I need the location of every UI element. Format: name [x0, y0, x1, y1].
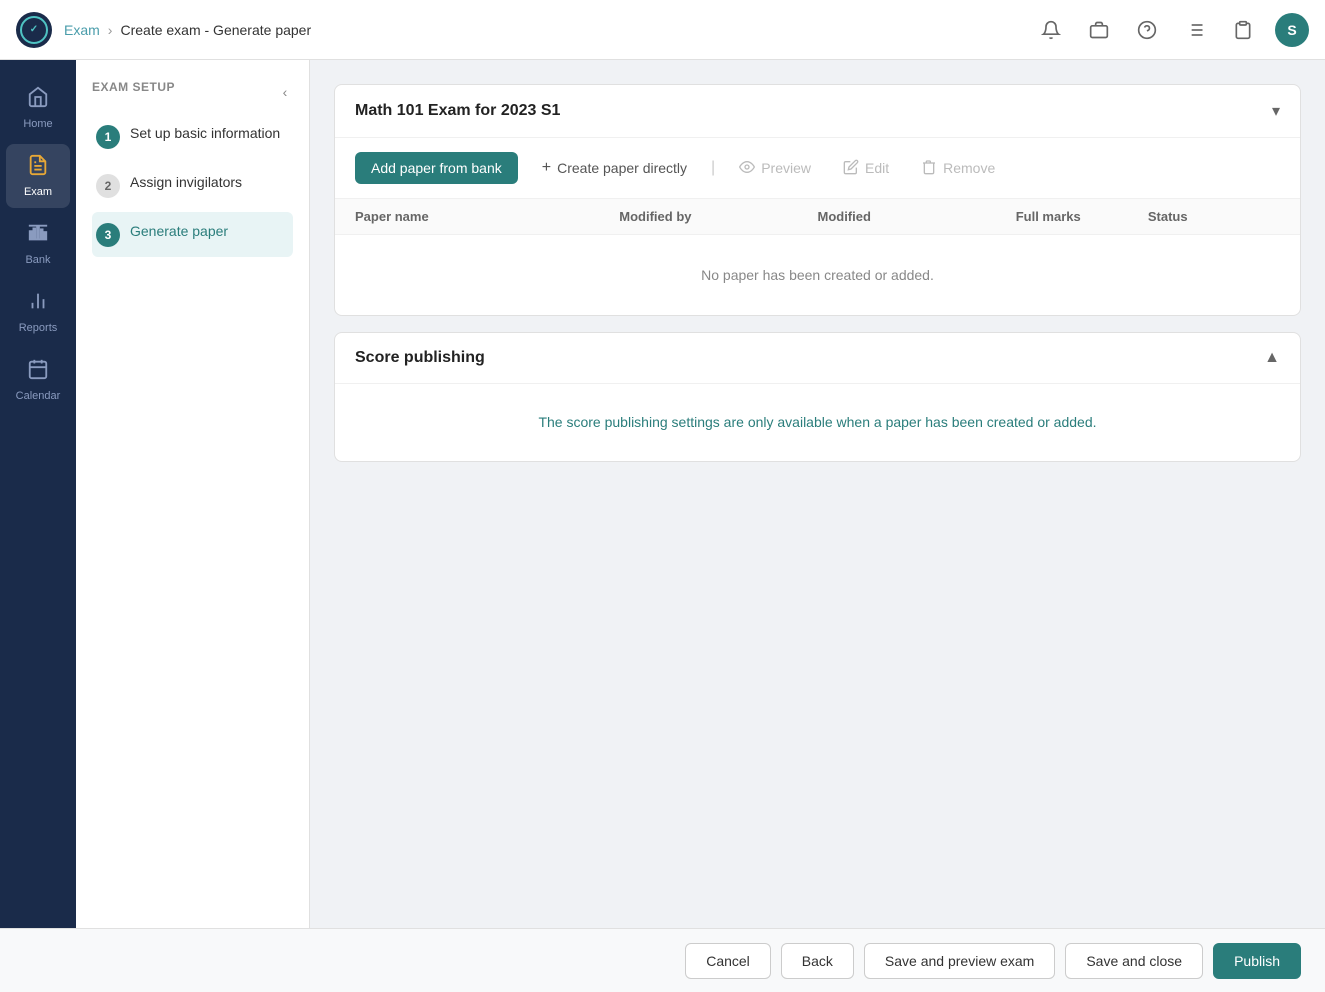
logo-inner: ✓ — [20, 16, 48, 44]
col-paper-name: Paper name — [355, 209, 619, 224]
cancel-button[interactable]: Cancel — [685, 943, 771, 979]
save-preview-button[interactable]: Save and preview exam — [864, 943, 1055, 979]
panel-layout: Exam setup ‹ 1 Set up basic information … — [76, 60, 1325, 928]
table-header-row: Paper name Modified by Modified Full mar… — [335, 199, 1300, 235]
step-item-2[interactable]: 2 Assign invigilators — [92, 163, 293, 208]
save-close-button[interactable]: Save and close — [1065, 943, 1203, 979]
step-number-3: 3 — [96, 223, 120, 247]
steps-panel: Exam setup ‹ 1 Set up basic information … — [76, 60, 310, 928]
create-paper-button[interactable]: + Create paper directly — [534, 153, 695, 183]
clipboard-icon[interactable] — [1227, 14, 1259, 46]
footer: Cancel Back Save and preview exam Save a… — [0, 928, 1325, 992]
preview-button[interactable]: Preview — [731, 153, 819, 184]
score-card-toggle-icon: ▲ — [1264, 349, 1280, 367]
sidebar-home-label: Home — [23, 118, 52, 130]
publish-button[interactable]: Publish — [1213, 943, 1301, 979]
score-card-body: The score publishing settings are only a… — [335, 384, 1300, 461]
breadcrumb-current: Create exam - Generate paper — [120, 22, 311, 38]
step-label-2: Assign invigilators — [130, 173, 242, 193]
col-full-marks: Full marks — [1016, 209, 1148, 224]
home-icon — [27, 86, 49, 114]
paper-card-toggle-icon: ▾ — [1272, 101, 1280, 121]
step-item-3[interactable]: 3 Generate paper — [92, 212, 293, 257]
bell-icon[interactable] — [1035, 14, 1067, 46]
sidebar-exam-label: Exam — [24, 186, 52, 198]
edit-button[interactable]: Edit — [835, 153, 897, 184]
sidebar: Home Exam Bank Reports Calendar — [0, 60, 76, 928]
edit-label: Edit — [865, 160, 889, 176]
paper-table: Paper name Modified by Modified Full mar… — [335, 199, 1300, 315]
breadcrumb-link[interactable]: Exam — [64, 22, 100, 38]
step-label-1: Set up basic information — [130, 124, 280, 144]
sidebar-item-home[interactable]: Home — [6, 76, 70, 140]
add-paper-bank-button[interactable]: Add paper from bank — [355, 152, 518, 184]
step-number-2: 2 — [96, 174, 120, 198]
bank-icon — [27, 222, 49, 250]
edit-icon — [843, 159, 859, 178]
exam-setup-title: Exam setup — [92, 80, 293, 94]
paper-card-title: Math 101 Exam for 2023 S1 — [355, 102, 560, 120]
top-header: ✓ Exam › Create exam - Generate paper S — [0, 0, 1325, 60]
score-publishing-card: Score publishing ▲ The score publishing … — [334, 332, 1301, 462]
score-card-title: Score publishing — [355, 349, 485, 367]
main-content: Math 101 Exam for 2023 S1 ▾ Add paper fr… — [310, 60, 1325, 928]
exam-icon — [27, 154, 49, 182]
trash-icon — [921, 159, 937, 178]
avatar[interactable]: S — [1275, 13, 1309, 47]
remove-label: Remove — [943, 160, 995, 176]
sidebar-reports-label: Reports — [19, 322, 58, 334]
paper-actions-bar: Add paper from bank + Create paper direc… — [335, 138, 1300, 199]
sidebar-calendar-label: Calendar — [16, 390, 61, 402]
step-number-1: 1 — [96, 125, 120, 149]
table-empty-message: No paper has been created or added. — [335, 235, 1300, 315]
app-logo[interactable]: ✓ — [16, 12, 52, 48]
sidebar-item-exam[interactable]: Exam — [6, 144, 70, 208]
remove-button[interactable]: Remove — [913, 153, 1003, 184]
plus-icon: + — [542, 159, 551, 177]
step-label-3: Generate paper — [130, 222, 228, 242]
body-layout: Home Exam Bank Reports Calendar — [0, 60, 1325, 928]
col-status: Status — [1148, 209, 1280, 224]
step-item-1[interactable]: 1 Set up basic information — [92, 114, 293, 159]
briefcase-icon[interactable] — [1083, 14, 1115, 46]
breadcrumb-separator: › — [108, 22, 113, 38]
paper-section-card: Math 101 Exam for 2023 S1 ▾ Add paper fr… — [334, 84, 1301, 316]
eye-icon — [739, 159, 755, 178]
preview-label: Preview — [761, 160, 811, 176]
paper-card-header[interactable]: Math 101 Exam for 2023 S1 ▾ — [335, 85, 1300, 138]
breadcrumb: Exam › Create exam - Generate paper — [64, 22, 311, 38]
calendar-icon — [27, 358, 49, 386]
sidebar-item-calendar[interactable]: Calendar — [6, 348, 70, 412]
score-card-header[interactable]: Score publishing ▲ — [335, 333, 1300, 384]
back-button[interactable]: Back — [781, 943, 854, 979]
score-message: The score publishing settings are only a… — [355, 412, 1280, 433]
list-icon[interactable] — [1179, 14, 1211, 46]
sidebar-item-bank[interactable]: Bank — [6, 212, 70, 276]
col-modified: Modified — [817, 209, 1015, 224]
help-icon[interactable] — [1131, 14, 1163, 46]
header-icons: S — [1035, 13, 1309, 47]
reports-icon — [27, 290, 49, 318]
col-modified-by: Modified by — [619, 209, 817, 224]
create-paper-label: Create paper directly — [557, 160, 687, 176]
sidebar-bank-label: Bank — [25, 254, 50, 266]
sidebar-item-reports[interactable]: Reports — [6, 280, 70, 344]
collapse-button[interactable]: ‹ — [273, 80, 297, 104]
